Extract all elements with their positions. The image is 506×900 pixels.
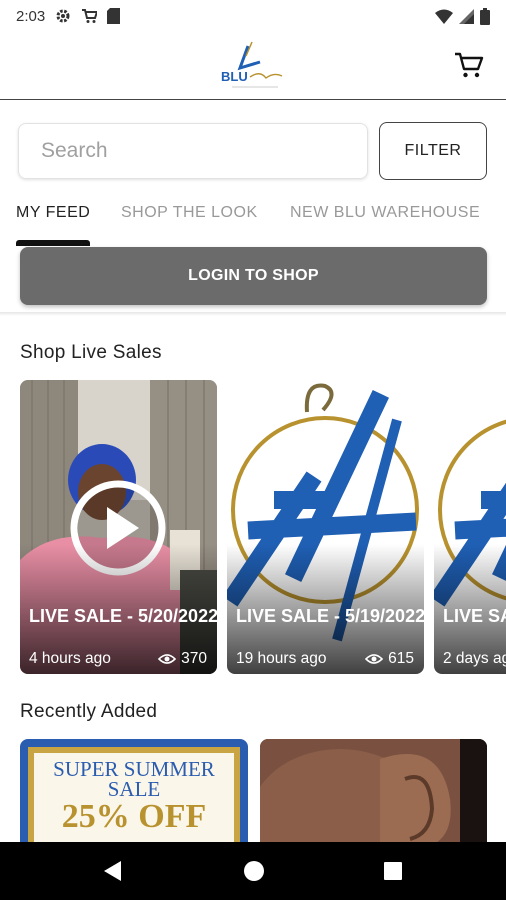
live-sale-title: LIVE SALE - 5/17/2022 [443,606,506,626]
live-sales-carousel[interactable]: LIVE SALE - 5/20/2022 4 hours ago 370 LI… [20,380,506,674]
recent-item-card[interactable]: SUPER SUMMER SALE 25% OFF [20,739,248,842]
tab-new-blu-warehouse[interactable]: NEW BLU WAREHOUSE [290,204,480,222]
logo-text: BLU [221,69,248,84]
eye-icon [365,654,384,664]
home-icon [244,861,264,881]
search-input[interactable] [41,139,367,163]
live-sale-views: 370 [158,650,207,668]
search-box[interactable] [18,123,368,179]
live-sale-time: 19 hours ago [236,650,327,667]
promo-line-3: 25% OFF [61,798,207,835]
section-title-recently-added: Recently Added [20,701,158,722]
sd-card-icon [107,8,121,24]
tab-bar: MY FEED SHOP THE LOOK NEW BLU WAREHOUSE [0,204,506,246]
gear-icon [55,8,71,24]
status-time: 2:03 [16,7,46,25]
live-sale-time: 2 days ago [443,650,506,667]
back-button[interactable] [101,859,125,883]
app-header: BLU [0,32,506,100]
battery-icon [480,7,490,25]
live-sale-title: LIVE SALE - 5/20/2022 [29,606,217,626]
back-icon [104,861,121,881]
tab-my-feed[interactable]: MY FEED [16,204,90,222]
live-sale-views: 615 [365,650,414,668]
promo-line-1: SUPER SUMMER [53,757,215,781]
promo-line-2: SALE [107,777,161,801]
cart-icon [455,52,484,78]
live-sale-card[interactable]: LIVE SALE - 5/17/2022 2 days ago [434,380,506,674]
status-bar: 2:03 [0,0,506,32]
login-to-shop-button[interactable]: LOGIN TO SHOP [20,247,487,305]
status-left: 2:03 [16,7,121,25]
recents-icon [384,862,402,880]
home-button[interactable] [242,859,266,883]
section-title-live-sales: Shop Live Sales [20,342,162,363]
recent-item-thumbnail [260,739,487,842]
blu-logo-icon[interactable]: BLU [218,38,290,92]
recently-added-carousel[interactable]: SUPER SUMMER SALE 25% OFF [20,739,506,842]
live-sale-time: 4 hours ago [29,650,111,667]
wifi-icon [435,9,453,24]
system-nav-bar [0,842,506,900]
status-right [435,7,490,25]
cart-button[interactable] [454,50,484,80]
live-sale-card[interactable]: LIVE SALE - 5/19/2022 19 hours ago 615 [227,380,424,674]
search-row: FILTER [18,122,488,180]
live-sale-title: LIVE SALE - 5/19/2022 [236,606,424,626]
recents-button[interactable] [381,859,405,883]
live-sale-views-count: 370 [181,650,207,667]
signal-icon [459,8,474,24]
section-divider [0,312,506,316]
live-sale-views-count: 615 [388,650,414,667]
tab-shop-the-look[interactable]: SHOP THE LOOK [121,204,258,222]
promo-banner: SUPER SUMMER SALE 25% OFF [34,753,234,842]
recent-item-card[interactable] [260,739,487,842]
live-sale-card[interactable]: LIVE SALE - 5/20/2022 4 hours ago 370 [20,380,217,674]
eye-icon [158,654,177,664]
active-tab-indicator [16,240,90,246]
filter-button[interactable]: FILTER [379,122,487,180]
cart-icon [81,8,98,24]
